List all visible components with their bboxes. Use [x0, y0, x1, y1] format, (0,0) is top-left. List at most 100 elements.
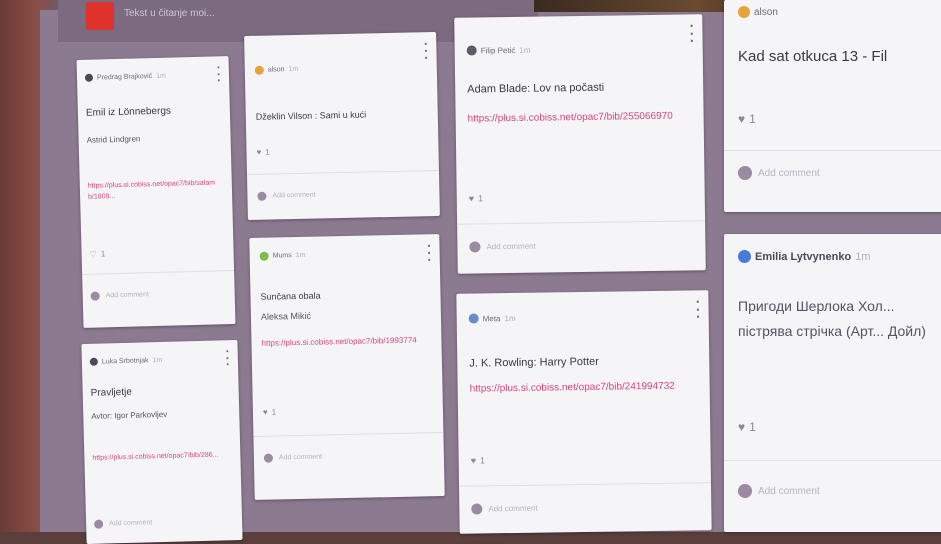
post-title: Пригоди Шерлока Хол... пістрява стрічка …	[738, 298, 926, 339]
post-title: Emil iz Lönnebergs	[85, 105, 172, 119]
add-comment-field[interactable]: Add comment	[738, 166, 820, 180]
card-divider	[457, 220, 706, 225]
author-avatar	[738, 6, 750, 18]
post-author: Meta 1m	[468, 313, 516, 324]
post-title: Kad sat otkuca 13 - Fil	[738, 48, 888, 65]
like-button[interactable]: ♥ 1	[471, 455, 485, 465]
heart-icon: ♥	[468, 193, 475, 204]
author-name: Mums	[272, 252, 292, 260]
post-subtitle: Astrid Lindgren	[86, 134, 141, 145]
add-comment-placeholder: Add comment	[272, 191, 316, 200]
heart-icon: ♥	[738, 112, 746, 126]
author-name: Filip Petić	[480, 45, 516, 55]
post-link[interactable]: https://plus.si.cobiss.net/opac7/bib/199…	[261, 334, 429, 350]
like-count: 1	[100, 249, 106, 259]
post-time: 1m	[288, 65, 299, 74]
heart-icon: ♥	[256, 147, 262, 157]
author-name: alson	[754, 6, 778, 18]
add-comment-field[interactable]: Add comment	[469, 241, 536, 253]
post-subtitle: Avtor: Igor Parkovljev	[91, 409, 168, 421]
add-comment-field[interactable]: Add comment	[257, 191, 316, 201]
card-divider	[253, 431, 444, 437]
add-comment-field[interactable]: Add comment	[471, 503, 538, 515]
like-count: 1	[271, 407, 277, 417]
post-author: Mums 1m	[259, 251, 306, 261]
post-title: Adam Blade: Lov na počasti	[467, 81, 605, 96]
commenter-avatar	[263, 453, 273, 463]
like-count: 1	[478, 193, 484, 204]
author-name: alson	[267, 66, 285, 74]
commenter-avatar	[90, 291, 100, 301]
card-divider	[724, 150, 941, 151]
post-card[interactable]: alson Kad sat otkuca 13 - Fil ♥ 1 Add co…	[724, 0, 941, 212]
commenter-avatar	[738, 484, 752, 498]
add-comment-field[interactable]: Add comment	[263, 453, 323, 463]
post-card[interactable]: Emilia Lytvynenko 1m Пригоди Шерлока Хол…	[724, 234, 941, 532]
like-button[interactable]: ♥ 1	[469, 193, 483, 203]
commenter-avatar	[469, 241, 481, 253]
add-comment-field[interactable]: Add comment	[90, 290, 149, 301]
like-button[interactable]: ♡ 1	[89, 249, 105, 258]
heart-icon: ♥	[738, 420, 746, 434]
author-name: Predrag Brajković	[96, 72, 153, 82]
padlet-logo-icon	[86, 2, 114, 30]
post-author: Luka Srbotnjak 1m	[89, 356, 163, 366]
add-comment-field[interactable]: Add comment	[738, 484, 820, 498]
post-card[interactable]: · · · Luka Srbotnjak 1m Pravljetje Avtor: …	[81, 339, 243, 544]
author-avatar	[466, 45, 477, 56]
like-button[interactable]: ♥ 1	[738, 112, 756, 126]
add-comment-placeholder: Add comment	[758, 485, 820, 497]
card-divider	[459, 482, 712, 487]
author-name: Luka Srbotnjak	[101, 356, 149, 366]
post-title: Sunčana obala	[260, 290, 321, 302]
post-time: 1m	[152, 356, 163, 364]
author-avatar	[738, 250, 751, 263]
add-comment-placeholder: Add comment	[486, 241, 536, 252]
add-comment-field[interactable]: Add comment	[94, 518, 152, 529]
author-name: Emilia Lytvynenko	[755, 250, 852, 263]
post-time: 1m	[519, 45, 531, 55]
post-menu-icon[interactable]: · · ·	[225, 344, 230, 371]
post-title: J. K. Rowling: Harry Potter	[469, 355, 599, 370]
post-card[interactable]: · · · Mums 1m Sunčana obala Aleksa Mikić h…	[249, 234, 445, 500]
like-button[interactable]: ♥ 1	[738, 420, 756, 434]
like-button[interactable]: ♥ 1	[256, 148, 269, 157]
heart-icon: ♥	[470, 455, 477, 466]
post-time: 1m	[504, 313, 516, 323]
post-menu-icon[interactable]: · · ·	[217, 60, 222, 87]
heart-icon: ♥	[262, 407, 268, 417]
post-card[interactable]: · · · Meta 1m J. K. Rowling: Harry Potter …	[456, 290, 712, 534]
like-button[interactable]: ♥ 1	[263, 407, 276, 416]
post-menu-icon[interactable]: · · ·	[424, 36, 429, 65]
like-count: 1	[749, 112, 756, 126]
post-time: 1m	[156, 72, 167, 80]
post-link[interactable]: https://plus.si.cobiss.net/opac7/bib/255…	[468, 106, 688, 128]
commenter-avatar	[94, 519, 104, 529]
post-author: Predrag Brajković 1m	[84, 72, 167, 82]
commenter-avatar	[257, 191, 267, 201]
post-menu-icon[interactable]: · · ·	[427, 238, 432, 267]
add-comment-placeholder: Add comment	[488, 503, 538, 514]
post-card[interactable]: · · · Predrag Brajković 1m Emil iz Lönnebe…	[76, 56, 236, 328]
post-card[interactable]: · · · Filip Petić 1m Adam Blade: Lov na po…	[454, 14, 706, 274]
add-comment-placeholder: Add comment	[109, 519, 153, 528]
post-menu-icon[interactable]: · · ·	[696, 293, 701, 324]
author-avatar	[259, 251, 269, 261]
post-menu-icon[interactable]: · · ·	[690, 17, 695, 48]
post-link[interactable]: https://plus.si.cobiss.net/opac7/bib/286…	[92, 450, 222, 464]
add-comment-placeholder: Add comment	[105, 291, 149, 300]
add-comment-placeholder: Add comment	[278, 453, 323, 462]
post-link[interactable]: https://plus.si.cobiss.net/opac7/bib/241…	[470, 376, 696, 398]
card-divider	[724, 460, 941, 461]
post-link[interactable]: https://plus.si.cobiss.net/opac7/bib/sal…	[88, 178, 219, 202]
post-time: 1m	[295, 251, 306, 260]
post-card[interactable]: · · · alson 1m Džeklin Vilson : Sami u kuć…	[244, 32, 440, 220]
post-time: 1m	[855, 250, 871, 263]
post-title: Pravljetje	[90, 386, 132, 399]
heart-icon: ♡	[89, 249, 97, 259]
post-author: Emilia Lytvynenko 1m	[738, 250, 870, 263]
like-count: 1	[265, 147, 270, 157]
post-author: Filip Petić 1m	[466, 45, 531, 56]
card-divider	[82, 269, 235, 275]
like-count: 1	[479, 455, 486, 466]
